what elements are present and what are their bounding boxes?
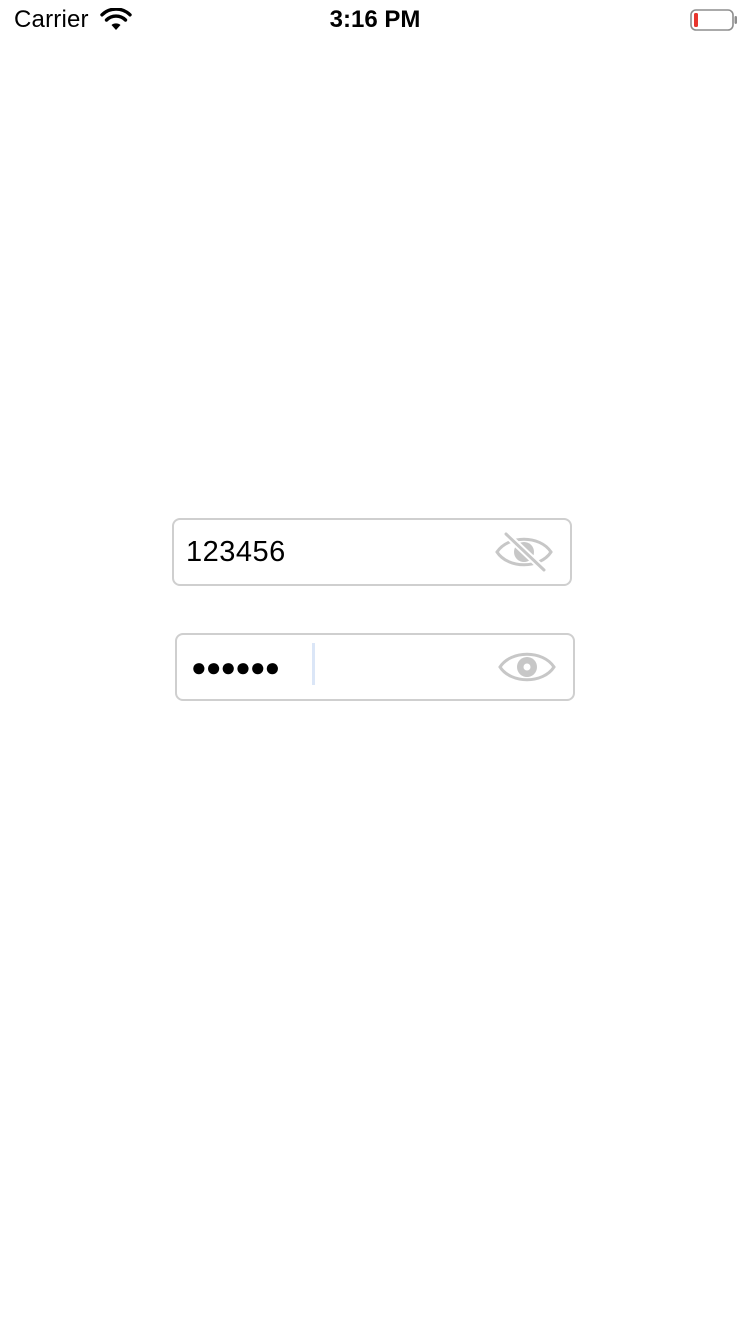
eye-slash-icon[interactable] (494, 530, 554, 574)
password-field-visible-value: 123456 (186, 536, 286, 568)
battery-icon (690, 9, 738, 31)
eye-icon[interactable] (497, 647, 557, 687)
status-bar: Carrier 3:16 PM (0, 0, 750, 40)
status-time: 3:16 PM (329, 6, 421, 33)
password-field-visible[interactable]: 123456 (172, 518, 572, 586)
password-field-masked[interactable]: ●●●●●● (175, 633, 575, 701)
text-cursor (312, 643, 315, 685)
password-field-masked-value: ●●●●●● (191, 652, 280, 682)
